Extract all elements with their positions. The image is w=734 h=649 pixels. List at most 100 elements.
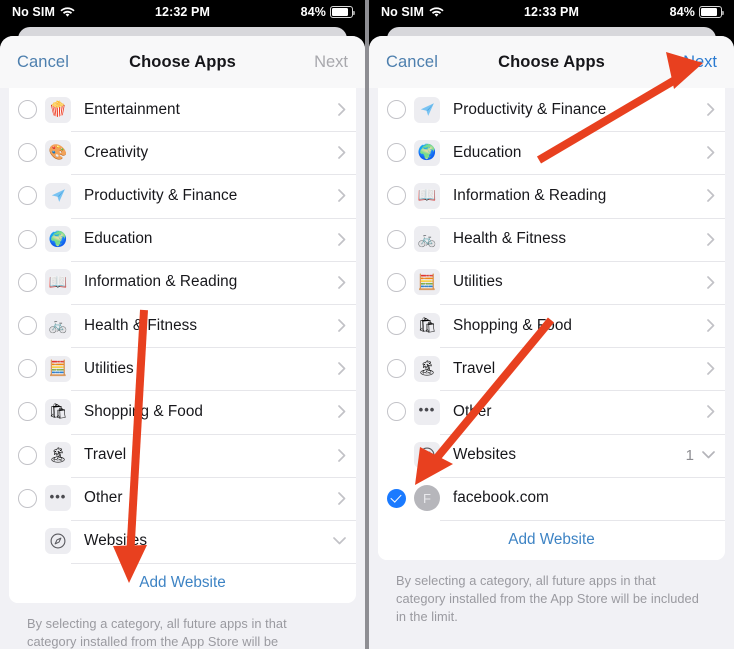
row-label: Entertainment: [84, 100, 180, 118]
table-row[interactable]: ••• Other: [9, 476, 356, 520]
row-radio[interactable]: [18, 272, 37, 292]
row-radio[interactable]: [18, 316, 37, 336]
table-row[interactable]: 🏝 Travel: [9, 433, 356, 477]
row-radio[interactable]: [18, 229, 37, 249]
category-list-card: 🍿 Entertainment 🎨 Creativity Productivit…: [9, 88, 356, 604]
table-row-websites[interactable]: Websites: [9, 519, 356, 564]
row-label: Travel: [453, 359, 496, 377]
row-label: Education: [453, 143, 522, 161]
row-label: Shopping & Food: [84, 402, 203, 420]
row-radio[interactable]: [387, 143, 406, 163]
chevron-right-icon: [338, 103, 346, 116]
chevron-right-icon: [707, 275, 715, 289]
phone-screen-left: No SIM 12:32 PM 84% Cancel Choose Apps N…: [0, 0, 365, 649]
palm-island-icon: 🏝: [414, 355, 440, 382]
row-accessory: [333, 537, 346, 545]
row-label: Information & Reading: [84, 273, 238, 291]
chevron-down-icon[interactable]: [333, 537, 346, 545]
palm-island-icon: 🏝: [45, 442, 71, 469]
cancel-button[interactable]: Cancel: [386, 53, 438, 72]
status-bar-left: No SIM: [12, 5, 75, 19]
row-accessory: [707, 319, 715, 332]
paper-plane-icon: [414, 96, 440, 123]
add-website-button[interactable]: Add Website: [378, 519, 725, 560]
chevron-down-icon[interactable]: [702, 451, 715, 459]
wifi-icon: [429, 6, 444, 17]
facebook-avatar: F: [414, 485, 440, 512]
table-row[interactable]: 🚲 Health & Fitness: [378, 217, 725, 261]
row-radio[interactable]: [387, 402, 406, 422]
row-label: Health & Fitness: [453, 230, 567, 248]
row-radio[interactable]: [18, 143, 37, 163]
table-row[interactable]: 🧮 Utilities: [9, 347, 356, 391]
globe-icon: 🌍: [45, 226, 71, 253]
row-accessory: [707, 405, 715, 419]
row-checkbox-checked[interactable]: [387, 488, 406, 508]
row-accessory: [707, 146, 715, 160]
table-row[interactable]: 📖 Information & Reading: [378, 174, 725, 218]
sheet-navbar: Cancel Choose Apps Next: [369, 36, 734, 88]
table-row[interactable]: Productivity & Finance: [9, 174, 356, 218]
row-radio[interactable]: [18, 186, 37, 206]
status-bar: No SIM 12:33 PM 84%: [369, 0, 734, 24]
row-label: Websites: [84, 532, 148, 550]
table-row[interactable]: 🛍 Shopping & Food: [9, 390, 356, 434]
row-radio[interactable]: [18, 445, 37, 465]
row-label: Shopping & Food: [453, 316, 572, 334]
row-radio[interactable]: [18, 100, 37, 120]
chevron-right-icon: [338, 232, 346, 246]
table-row[interactable]: 🌍 Education: [9, 217, 356, 261]
row-radio[interactable]: [387, 100, 406, 120]
table-row[interactable]: 🧮 Utilities: [378, 260, 725, 304]
row-radio[interactable]: [18, 359, 37, 379]
row-label: facebook.com: [453, 489, 549, 507]
row-radio[interactable]: [387, 316, 406, 336]
chevron-right-icon: [338, 275, 346, 289]
table-row[interactable]: 🏝 Travel: [378, 347, 725, 391]
row-accessory: [338, 491, 346, 505]
ellipsis-icon: •••: [414, 398, 440, 425]
bicycle-icon: 🚲: [45, 312, 71, 339]
table-row[interactable]: 🍿 Entertainment: [9, 88, 356, 132]
chevron-right-icon: [338, 362, 346, 376]
row-radio[interactable]: [387, 359, 406, 379]
add-website-label: Add Website: [139, 574, 226, 592]
row-radio[interactable]: [387, 229, 406, 249]
row-accessory: [338, 103, 346, 116]
category-list-scroll[interactable]: Productivity & Finance 🌍 Education 📖 Inf…: [369, 88, 734, 649]
category-list-scroll[interactable]: 🍿 Entertainment 🎨 Creativity Productivit…: [0, 88, 365, 649]
row-label: Creativity: [84, 143, 149, 161]
row-accessory: [338, 405, 346, 419]
table-row[interactable]: 🛍 Shopping & Food: [378, 303, 725, 348]
row-label: Productivity & Finance: [84, 186, 238, 204]
table-row[interactable]: ••• Other: [378, 390, 725, 434]
row-radio[interactable]: [18, 402, 37, 422]
add-website-button[interactable]: Add Website: [9, 563, 356, 604]
table-row-websites[interactable]: Websites 1: [378, 433, 725, 477]
row-radio[interactable]: [18, 488, 37, 508]
row-label: Websites: [453, 446, 517, 464]
next-button[interactable]: Next: [683, 53, 717, 72]
row-accessory: [338, 319, 346, 332]
choose-apps-sheet: Cancel Choose Apps Next Productivity & F…: [369, 36, 734, 649]
websites-count: 1: [685, 446, 694, 464]
table-row[interactable]: Productivity & Finance: [378, 88, 725, 132]
row-label: Utilities: [453, 273, 503, 291]
battery-percent-label: 84%: [669, 5, 695, 19]
row-radio[interactable]: [387, 272, 406, 292]
shopping-bag-icon: 🛍: [414, 312, 440, 339]
table-row[interactable]: 🚲 Health & Fitness: [9, 303, 356, 348]
row-radio[interactable]: [387, 186, 406, 206]
open-book-icon: 📖: [45, 269, 71, 296]
open-book-icon: 📖: [414, 182, 440, 209]
table-row[interactable]: 🌍 Education: [378, 131, 725, 175]
table-row[interactable]: 📖 Information & Reading: [9, 260, 356, 304]
row-label: Education: [84, 230, 153, 248]
table-row-website-entry[interactable]: F facebook.com: [378, 476, 725, 520]
table-row[interactable]: 🎨 Creativity: [9, 131, 356, 175]
cancel-button[interactable]: Cancel: [17, 53, 69, 72]
row-label: Health & Fitness: [84, 316, 198, 334]
chevron-right-icon: [707, 319, 715, 332]
chevron-right-icon: [338, 319, 346, 332]
next-button[interactable]: Next: [314, 53, 348, 72]
